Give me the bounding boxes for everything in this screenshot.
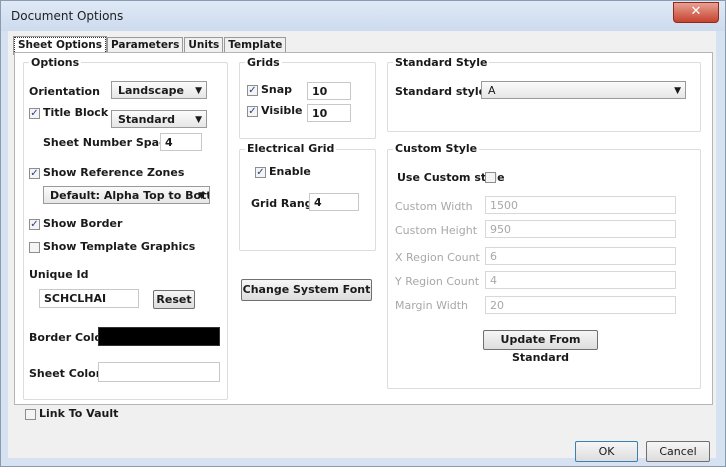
- check-icon: ✓: [256, 167, 265, 178]
- check-icon: ✓: [248, 106, 257, 117]
- close-icon: ✕: [690, 4, 702, 19]
- y-region-count-input[interactable]: 4: [485, 271, 676, 289]
- snap-label: Snap: [261, 83, 293, 96]
- document-options-window: Document Options ✕ Sheet Options Paramet…: [0, 0, 726, 467]
- show-border-checkbox[interactable]: ✓: [29, 219, 40, 230]
- electrical-grid-title: Electrical Grid: [245, 142, 337, 155]
- standard-styles-select[interactable]: A ▼: [481, 81, 686, 99]
- grid-range-input[interactable]: 4: [309, 193, 359, 211]
- title-block-select[interactable]: Standard ▼: [111, 110, 207, 128]
- show-reference-zones-label: Show Reference Zones: [43, 166, 185, 179]
- tab-template[interactable]: Template: [224, 37, 287, 53]
- check-icon: ✓: [30, 219, 39, 230]
- link-to-vault-checkbox[interactable]: [25, 409, 36, 420]
- title-block-label: Title Block: [43, 106, 109, 119]
- standard-styles-label: Standard styles: [395, 85, 493, 98]
- show-template-graphics-label: Show Template Graphics: [43, 240, 196, 253]
- visible-label: Visible: [261, 104, 303, 117]
- x-region-count-label: X Region Count: [395, 251, 480, 264]
- window-title: Document Options: [11, 9, 124, 23]
- orientation-value: Landscape: [118, 84, 184, 97]
- sheet-color-label: Sheet Color: [29, 367, 102, 380]
- custom-width-input[interactable]: 1500: [485, 196, 676, 214]
- orientation-label: Orientation: [29, 85, 100, 98]
- options-group-title: Options: [29, 56, 82, 69]
- unique-id-label: Unique Id: [29, 268, 89, 281]
- tab-strip: Sheet Options Parameters Units Template: [13, 36, 287, 55]
- custom-height-input[interactable]: 950: [485, 220, 676, 238]
- custom-style-title: Custom Style: [393, 142, 480, 155]
- close-button[interactable]: ✕: [673, 2, 719, 23]
- border-color-swatch[interactable]: [98, 327, 220, 346]
- title-bar[interactable]: Document Options ✕: [1, 1, 725, 31]
- unique-id-input[interactable]: SCHCLHAI: [39, 289, 139, 308]
- change-system-font-button[interactable]: Change System Font: [241, 279, 372, 301]
- chevron-down-icon: ▼: [195, 115, 202, 125]
- margin-width-label: Margin Width: [395, 299, 469, 312]
- enable-checkbox[interactable]: ✓: [255, 167, 266, 178]
- check-icon: ✓: [30, 168, 39, 179]
- snap-checkbox[interactable]: ✓: [247, 85, 258, 96]
- link-to-vault-label: Link To Vault: [39, 407, 119, 420]
- ok-button[interactable]: OK: [575, 441, 638, 462]
- margin-width-input[interactable]: 20: [485, 296, 676, 314]
- standard-styles-value: A: [488, 84, 496, 97]
- use-custom-style-checkbox[interactable]: [485, 172, 496, 183]
- chevron-down-icon: ▼: [195, 86, 202, 96]
- show-reference-zones-checkbox[interactable]: ✓: [29, 168, 40, 179]
- show-border-label: Show Border: [43, 217, 123, 230]
- reset-button[interactable]: Reset: [153, 290, 195, 309]
- standard-style-title: Standard Style: [393, 56, 490, 69]
- reference-zone-select[interactable]: Default: Alpha Top to Botton ▼: [43, 186, 210, 204]
- show-template-graphics-checkbox[interactable]: [29, 242, 40, 253]
- sheet-number-spaces-input[interactable]: 4: [160, 133, 202, 151]
- chevron-down-icon: ▼: [198, 191, 205, 201]
- reference-zone-value: Default: Alpha Top to Botton: [50, 189, 210, 202]
- y-region-count-label: Y Region Count: [395, 275, 480, 288]
- visible-input[interactable]: 10: [307, 104, 351, 122]
- sheet-color-swatch[interactable]: [98, 362, 220, 382]
- tab-parameters[interactable]: Parameters: [106, 37, 184, 53]
- dialog-client: Sheet Options Parameters Units Template …: [8, 31, 716, 462]
- orientation-select[interactable]: Landscape ▼: [111, 81, 207, 99]
- x-region-count-input[interactable]: 6: [485, 247, 676, 265]
- grids-group-title: Grids: [245, 56, 282, 69]
- border-color-label: Border Color: [29, 331, 108, 344]
- tab-units[interactable]: Units: [184, 37, 224, 53]
- sheet-options-panel: Options Orientation Landscape ▼ ✓ Title B…: [14, 52, 713, 405]
- enable-label: Enable: [269, 165, 311, 178]
- check-icon: ✓: [248, 85, 257, 96]
- custom-width-label: Custom Width: [395, 200, 473, 213]
- snap-input[interactable]: 10: [307, 82, 351, 100]
- grids-group: [239, 62, 376, 139]
- title-block-value: Standard: [118, 113, 176, 126]
- cancel-button[interactable]: Cancel: [646, 441, 710, 462]
- chevron-down-icon: ▼: [674, 86, 681, 96]
- visible-checkbox[interactable]: ✓: [247, 106, 258, 117]
- check-icon: ✓: [30, 108, 39, 119]
- custom-height-label: Custom Height: [395, 224, 478, 237]
- title-block-checkbox[interactable]: ✓: [29, 108, 40, 119]
- update-from-standard-button[interactable]: Update From Standard: [483, 330, 598, 364]
